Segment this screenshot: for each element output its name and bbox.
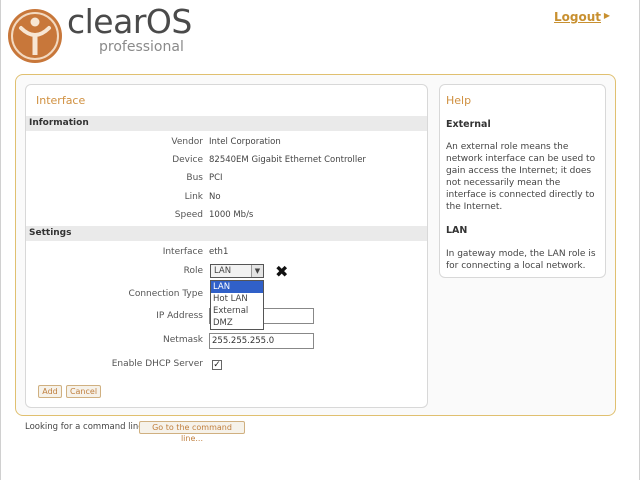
- role-dropdown-list: LAN Hot LAN External DMZ: [210, 280, 264, 330]
- close-icon[interactable]: ✖: [275, 262, 288, 281]
- logout-link[interactable]: Logout: [554, 10, 601, 24]
- help-title: Help: [446, 94, 472, 107]
- role-option-dmz[interactable]: DMZ: [211, 317, 263, 329]
- vendor-label: Vendor: [171, 137, 203, 147]
- command-line-prompt: Looking for a command line?: [25, 422, 149, 432]
- link-value: No: [209, 192, 221, 202]
- bus-label: Bus: [186, 173, 203, 183]
- help-text-lan: In gateway mode, the LAN role is for con…: [446, 249, 596, 271]
- device-label: Device: [172, 155, 203, 165]
- brand-name: clearOS: [67, 2, 192, 41]
- page: clearOS professional Logout ▶ Interface …: [0, 0, 640, 480]
- settings-heading: Settings: [26, 226, 427, 241]
- device-value: 82540EM Gigabit Ethernet Controller: [209, 155, 366, 165]
- add-button[interactable]: Add: [38, 385, 62, 398]
- vendor-value: Intel Corporation: [209, 137, 281, 147]
- clearos-logo-icon: [8, 9, 62, 63]
- interface-label: Interface: [162, 247, 203, 257]
- panel-title: Interface: [36, 94, 86, 107]
- role-select-value: LAN: [214, 266, 232, 276]
- information-heading: Information: [26, 116, 427, 131]
- netmask-label: Netmask: [163, 335, 203, 345]
- command-line-button[interactable]: Go to the command line...: [139, 421, 245, 443]
- role-label: Role: [183, 266, 203, 276]
- role-option-hot-lan[interactable]: Hot LAN: [211, 293, 263, 305]
- role-option-lan[interactable]: LAN: [211, 281, 263, 293]
- dhcp-label: Enable DHCP Server: [111, 359, 203, 369]
- help-text-external: An external role means the network inter…: [446, 142, 596, 212]
- role-option-external[interactable]: External: [211, 305, 263, 317]
- speed-value: 1000 Mb/s: [209, 210, 254, 220]
- connection-type-label: Connection Type: [128, 289, 203, 299]
- ip-address-label: IP Address: [156, 311, 203, 321]
- role-select[interactable]: LAN ▼: [210, 264, 264, 278]
- chevron-down-icon: ▼: [251, 265, 263, 277]
- cancel-button[interactable]: Cancel: [66, 385, 101, 398]
- speed-label: Speed: [174, 210, 203, 220]
- help-heading-external: External: [446, 119, 491, 130]
- brand-subtitle: professional: [99, 39, 184, 55]
- bus-value: PCI: [209, 173, 223, 183]
- netmask-input[interactable]: [209, 333, 314, 349]
- interface-value: eth1: [209, 247, 229, 257]
- arrow-right-icon: ▶: [603, 11, 610, 20]
- dhcp-checkbox[interactable]: ✓: [212, 360, 222, 370]
- help-heading-lan: LAN: [446, 225, 468, 236]
- link-label: Link: [184, 192, 203, 202]
